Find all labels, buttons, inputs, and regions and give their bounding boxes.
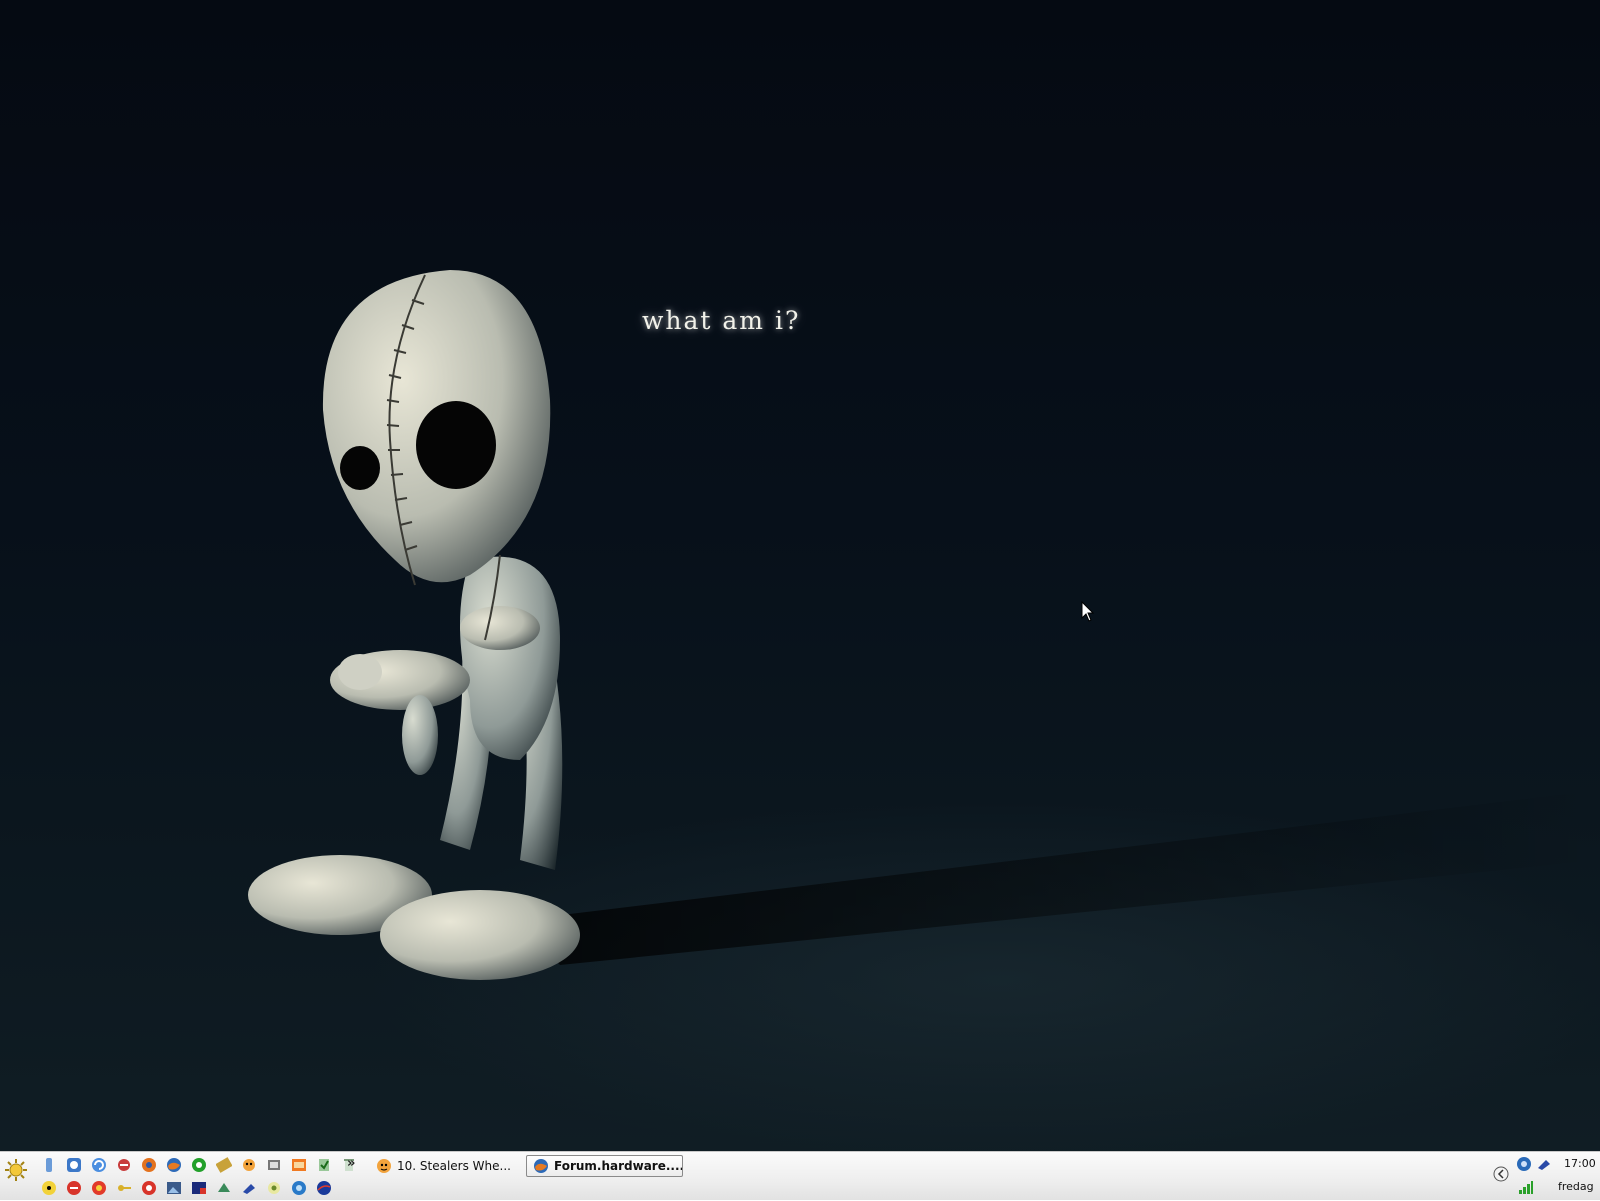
clock-day[interactable]: fredag	[1558, 1180, 1594, 1193]
refresh-icon[interactable]	[88, 1154, 110, 1176]
collapse-icon[interactable]	[1493, 1166, 1509, 1182]
radiation-icon[interactable]	[38, 1177, 60, 1199]
thunderbird-icon[interactable]	[188, 1154, 210, 1176]
music-icon	[377, 1159, 391, 1173]
winamp-icon[interactable]	[263, 1154, 285, 1176]
green-app-icon[interactable]	[213, 1154, 235, 1176]
cdburner-icon[interactable]	[138, 1177, 160, 1199]
tool-icon[interactable]	[188, 1177, 210, 1199]
thunderbird-icon[interactable]	[1516, 1156, 1532, 1172]
quick-launch-row-1	[38, 1154, 360, 1176]
network-icon[interactable]	[213, 1177, 235, 1199]
wallpaper-caption: what am i?	[642, 306, 801, 335]
wallpaper-figure	[248, 270, 1600, 980]
image-icon[interactable]	[163, 1177, 185, 1199]
messenger-icon[interactable]	[63, 1154, 85, 1176]
firefox-icon	[534, 1159, 548, 1173]
arrow-icon[interactable]	[238, 1177, 260, 1199]
quick-launch-row-2	[38, 1177, 335, 1199]
ccleaner-icon[interactable]	[63, 1177, 85, 1199]
start-button[interactable]	[4, 1158, 28, 1182]
taskbar-button-forum[interactable]: Forum.hardware....	[526, 1155, 683, 1177]
mouse-cursor-icon	[1081, 601, 1095, 622]
red-circle-icon[interactable]	[88, 1177, 110, 1199]
opera-icon[interactable]	[138, 1154, 160, 1176]
system-tray: 17:00 fredag	[1488, 1152, 1600, 1201]
firefox-icon[interactable]	[163, 1154, 185, 1176]
signal-icon[interactable]	[1518, 1179, 1534, 1195]
figure-shadow	[520, 790, 1600, 965]
clock-time[interactable]: 17:00	[1564, 1157, 1596, 1170]
task-label: 10. Stealers Whe...	[397, 1159, 511, 1173]
key-icon[interactable]	[113, 1177, 135, 1199]
task-label: Forum.hardware....	[554, 1159, 683, 1173]
calculator-icon[interactable]	[288, 1154, 310, 1176]
media-icon[interactable]	[313, 1154, 335, 1176]
quick-launch-more-button[interactable]: »	[347, 1156, 355, 1171]
nasa-icon[interactable]	[313, 1177, 335, 1199]
taskbar-button-music[interactable]: 10. Stealers Whe...	[370, 1155, 520, 1177]
internet-explorer-icon[interactable]	[113, 1154, 135, 1176]
eye-icon[interactable]	[263, 1177, 285, 1199]
spiral-icon[interactable]	[288, 1177, 310, 1199]
taskbar: » 10. Stealers Whe... Forum.hardware....…	[0, 1151, 1600, 1200]
messenger-icon[interactable]	[1536, 1156, 1552, 1172]
pencil-icon[interactable]	[238, 1154, 260, 1176]
desktop-wallpaper[interactable]: what am i?	[0, 0, 1600, 1151]
start-gear-icon	[5, 1159, 27, 1181]
desktop-icon[interactable]	[38, 1154, 60, 1176]
